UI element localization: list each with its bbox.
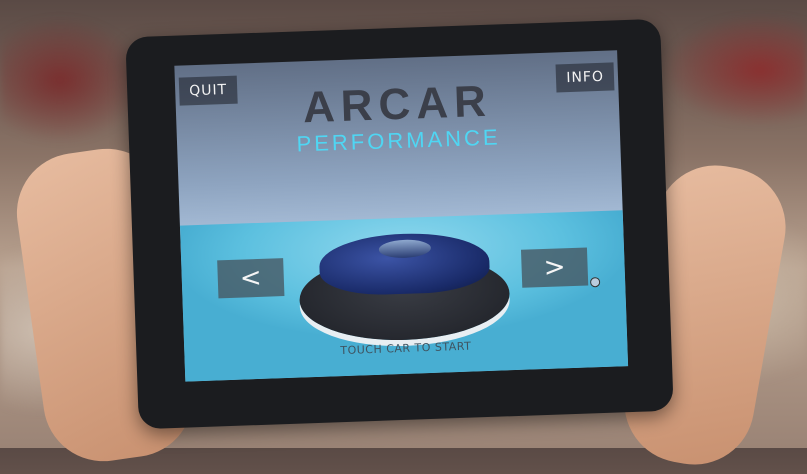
next-car-button[interactable]: > <box>520 247 589 288</box>
chevron-right-icon: > <box>543 252 567 283</box>
app-logo: ARCAR PERFORMANCE <box>175 72 620 161</box>
tablet-screen: QUIT INFO ARCAR PERFORMANCE < > TOUCH CA… <box>174 50 629 382</box>
previous-car-button[interactable]: < <box>217 258 285 299</box>
tablet-device: QUIT INFO ARCAR PERFORMANCE < > TOUCH CA… <box>125 18 674 430</box>
car-windshield <box>378 238 432 259</box>
chevron-left-icon: < <box>239 262 263 294</box>
